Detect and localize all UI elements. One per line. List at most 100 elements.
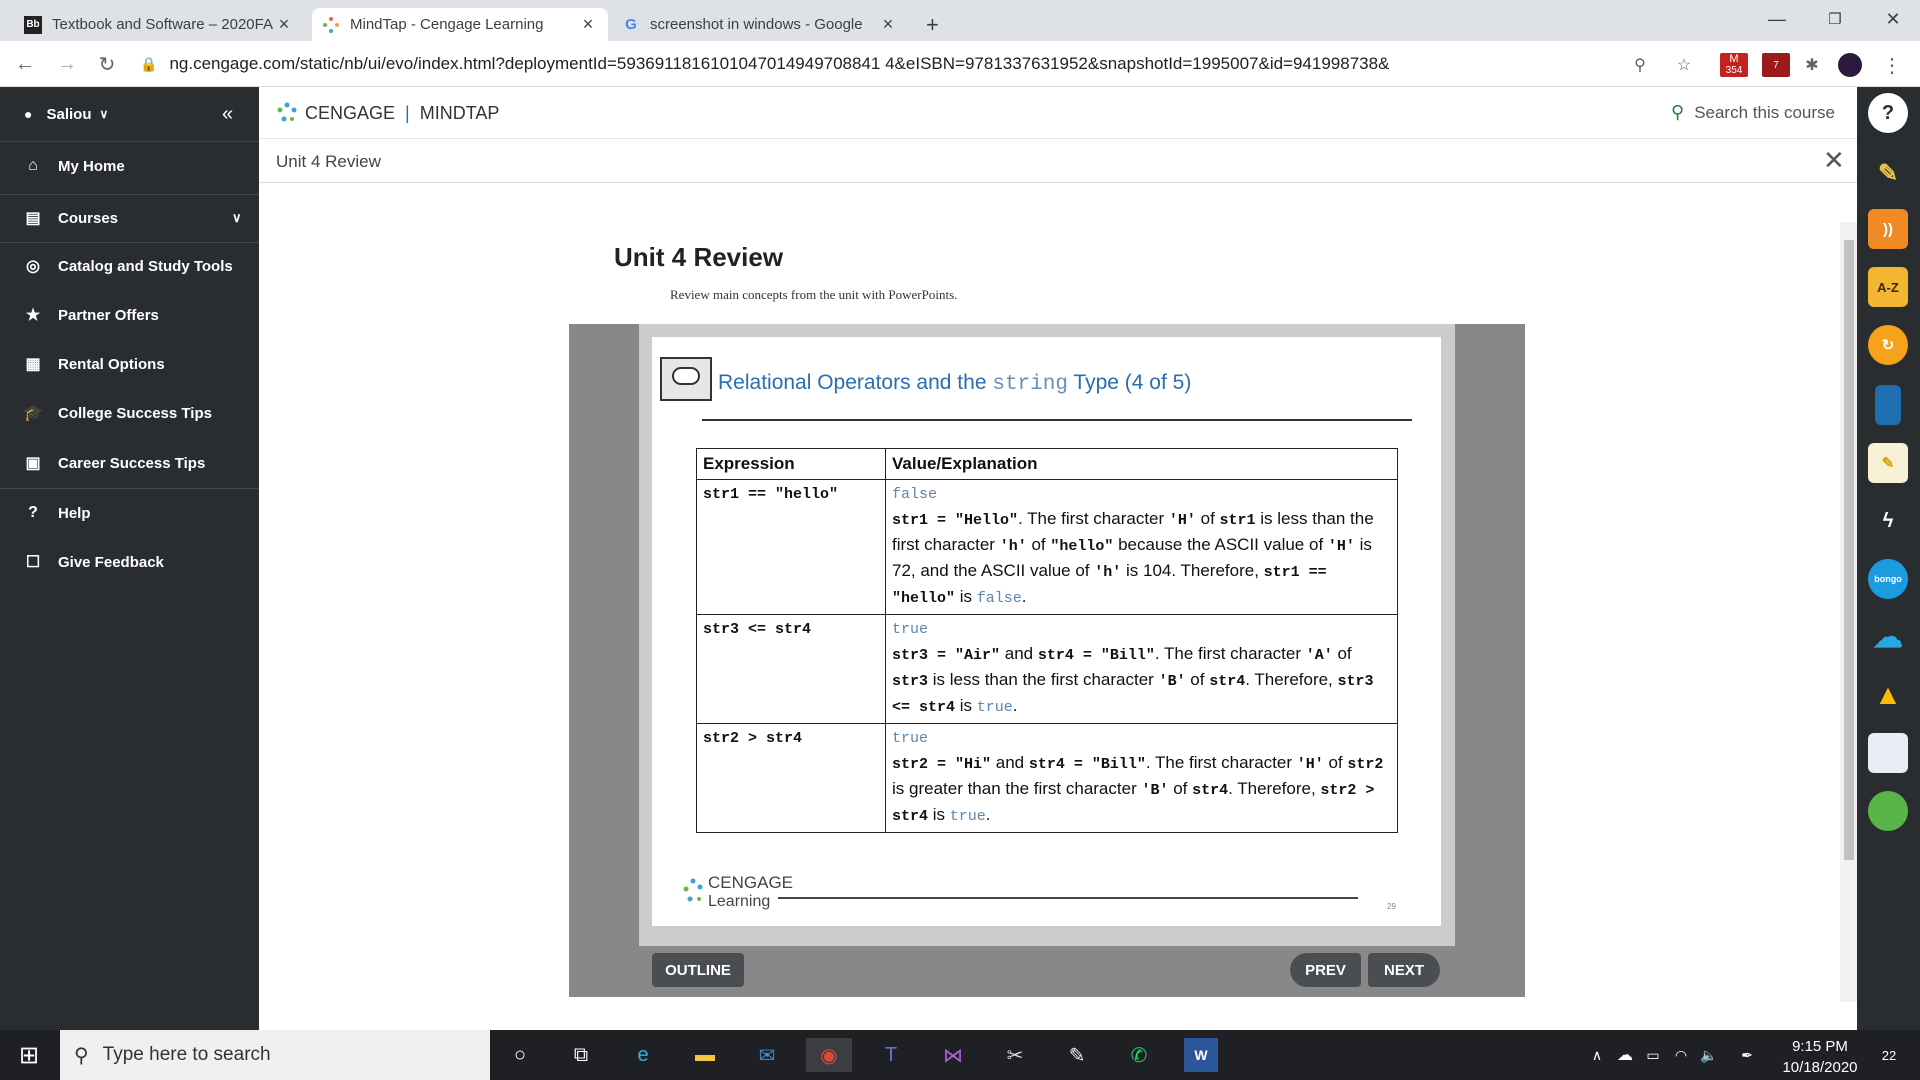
book-icon: ▤: [25, 210, 41, 227]
readspeaker-icon[interactable]: ϟ: [1868, 501, 1908, 541]
notes-icon[interactable]: ✎: [1868, 443, 1908, 483]
visual-studio-icon[interactable]: ⋈: [936, 1038, 970, 1072]
volume-icon[interactable]: 🔈: [1692, 1038, 1726, 1072]
column-header: Expression: [696, 448, 886, 480]
google-drive-icon[interactable]: ▲: [1868, 675, 1908, 715]
reload-icon[interactable]: ↻: [92, 49, 122, 79]
chrome-menu-icon[interactable]: ⋮: [1880, 53, 1904, 77]
slide-title-text: Type (4 of 5): [1067, 371, 1192, 394]
window-close-icon[interactable]: ✕: [1864, 0, 1920, 38]
dictionary-az-icon[interactable]: A-Z: [1868, 267, 1908, 307]
file-explorer-icon[interactable]: ▬: [688, 1038, 722, 1072]
sidebar-item-my-home[interactable]: ⌂ My Home: [0, 143, 259, 189]
footer-rule: [778, 897, 1358, 899]
close-activity-icon[interactable]: ✕: [1823, 145, 1845, 176]
expl-value: true: [976, 699, 1013, 716]
clock[interactable]: 9:15 PM 10/18/2020: [1760, 1036, 1880, 1078]
taskbar-search-box[interactable]: ⚲ Type here to search: [60, 1030, 490, 1080]
content-scrollbar[interactable]: [1840, 222, 1857, 1002]
pen-icon[interactable]: ✒: [1730, 1038, 1764, 1072]
sidebar-item-partner-offers[interactable]: ★ Partner Offers: [0, 292, 259, 338]
cengage-mindtap-logo[interactable]: CENGAGE | MINDTAP: [275, 101, 499, 125]
page-subtitle: Review main concepts from the unit with …: [670, 287, 958, 302]
sidebar-item-catalog[interactable]: ◎ Catalog and Study Tools: [0, 243, 259, 289]
ebook-icon[interactable]: [1875, 385, 1901, 425]
address-bar[interactable]: 🔒 ng.cengage.com/static/nb/ui/evo/index.…: [140, 47, 1700, 81]
sidebar-item-help[interactable]: ? Help: [0, 490, 259, 536]
new-tab-button[interactable]: +: [916, 8, 956, 41]
expl-part: of: [1026, 535, 1051, 554]
outline-button[interactable]: OUTLINE: [652, 953, 744, 987]
compass-icon: ◎: [26, 258, 40, 275]
browser-tab-google[interactable]: G screenshot in windows - Google ×: [612, 8, 908, 41]
chevron-down-icon: ∨: [99, 107, 109, 121]
paint-icon[interactable]: ✎: [1060, 1038, 1094, 1072]
shield-extension-icon[interactable]: 7: [1762, 53, 1790, 77]
expression-cell: str1 == "hello": [696, 479, 886, 615]
profile-avatar[interactable]: [1838, 53, 1862, 77]
notifications-icon[interactable]: 22: [1872, 1038, 1906, 1072]
slide-title: Relational Operators and the string Type…: [718, 371, 1191, 396]
pencil-icon[interactable]: ✎: [1868, 153, 1908, 193]
close-tab-icon[interactable]: ×: [878, 14, 898, 35]
expl-part: of: [1195, 509, 1220, 528]
sidebar-item-give-feedback[interactable]: ☐ Give Feedback: [0, 539, 259, 585]
expl-part: is: [955, 587, 977, 606]
sidebar-item-career-success[interactable]: ▣ Career Success Tips: [0, 440, 259, 486]
word-icon[interactable]: W: [1184, 1038, 1218, 1072]
expl-code: str4 = "Bill": [1037, 647, 1155, 664]
table-row: str3 <= str4 true str3 = "Air" and str4 …: [696, 614, 1398, 724]
teams-icon[interactable]: T: [874, 1038, 908, 1072]
chrome-icon[interactable]: ◉: [806, 1038, 852, 1072]
extensions-puzzle-icon[interactable]: ✱: [1800, 53, 1824, 77]
user-menu[interactable]: ● Saliou ∨ «: [0, 87, 259, 142]
product-name: MINDTAP: [419, 102, 500, 123]
expl-part: . Therefore,: [1228, 779, 1321, 798]
expl-code: "Hello": [955, 512, 1019, 529]
flashcards-icon[interactable]: [1868, 733, 1908, 773]
course-search[interactable]: ⚲ Search this course: [1671, 102, 1835, 123]
task-view-icon[interactable]: ⧉: [564, 1038, 598, 1072]
cengage-logo-icon: [277, 102, 297, 122]
onedrive-icon[interactable]: ☁: [1868, 617, 1908, 657]
clock-time: 9:15 PM: [1792, 1038, 1848, 1055]
sidebar-item-courses[interactable]: ▤ Courses ∨: [0, 195, 259, 241]
footer-sub: Learning: [708, 893, 771, 910]
next-button[interactable]: NEXT: [1368, 953, 1440, 987]
bongo-icon[interactable]: bongo: [1868, 559, 1908, 599]
edge-icon[interactable]: e: [626, 1038, 660, 1072]
sidebar-item-college-success[interactable]: 🎓 College Success Tips: [0, 390, 259, 436]
back-icon[interactable]: ←: [10, 49, 40, 79]
expl-part: str1 =: [892, 512, 956, 529]
bookmark-star-icon[interactable]: ☆: [1672, 53, 1696, 77]
zoom-icon[interactable]: ⚲: [1628, 53, 1652, 77]
slide: Relational Operators and the string Type…: [652, 337, 1441, 926]
sidebar-item-label: Rental Options: [58, 355, 165, 373]
profile-app-icon[interactable]: [1868, 791, 1908, 831]
browser-tab-mindtap[interactable]: MindTap - Cengage Learning ×: [312, 8, 608, 41]
windows-start-icon[interactable]: ⊞: [12, 1038, 46, 1072]
mail-icon[interactable]: ✉: [750, 1038, 784, 1072]
cortana-icon[interactable]: ○: [503, 1038, 537, 1072]
user-icon: ●: [24, 106, 33, 122]
close-tab-icon[interactable]: ×: [274, 14, 294, 35]
mail-extension-icon[interactable]: M 354: [1720, 53, 1748, 77]
minimize-icon[interactable]: —: [1748, 0, 1806, 38]
whatsapp-icon[interactable]: ✆: [1122, 1038, 1156, 1072]
prev-button[interactable]: PREV: [1290, 953, 1361, 987]
sidebar-item-rental-options[interactable]: ▦ Rental Options: [0, 341, 259, 387]
browser-tab-strip: Bb Textbook and Software – 2020FA × Mind…: [0, 0, 1920, 41]
browser-tab-blackboard[interactable]: Bb Textbook and Software – 2020FA ×: [14, 8, 304, 41]
rss-icon[interactable]: )): [1868, 209, 1908, 249]
divider: [0, 488, 259, 489]
collapse-sidebar-icon[interactable]: «: [222, 103, 233, 126]
close-tab-icon[interactable]: ×: [578, 14, 598, 35]
help-circle-icon[interactable]: ?: [1868, 93, 1908, 133]
refresh-app-icon[interactable]: ↻: [1868, 325, 1908, 365]
windows-taskbar: ⊞ ⚲ Type here to search ○ ⧉ e ▬ ✉ ◉ T ⋈ …: [0, 1030, 1920, 1080]
forward-icon[interactable]: →: [52, 49, 82, 79]
search-icon: ⚲: [74, 1044, 89, 1067]
snipping-tool-icon[interactable]: ✂: [998, 1038, 1032, 1072]
maximize-icon[interactable]: ❐: [1806, 0, 1864, 38]
scrollbar-thumb[interactable]: [1844, 240, 1854, 860]
